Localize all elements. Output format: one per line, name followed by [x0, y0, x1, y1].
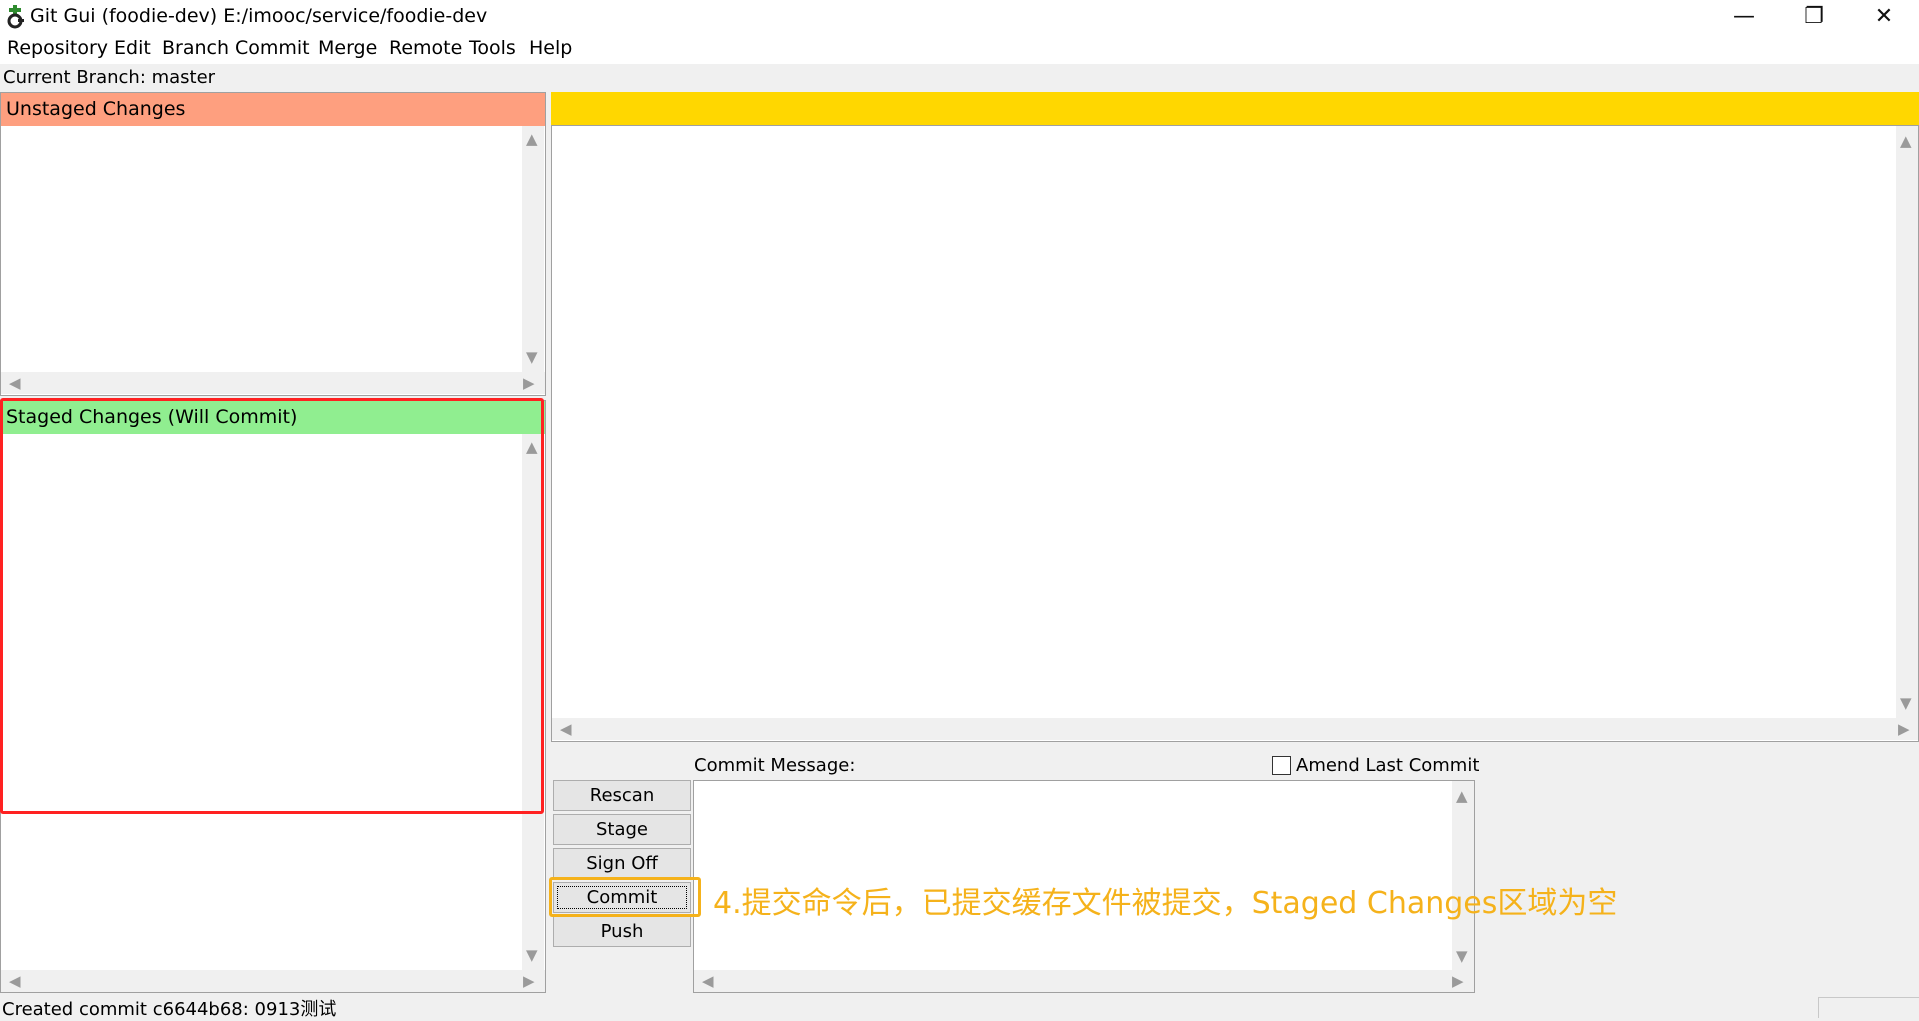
- rescan-button[interactable]: Rescan: [553, 780, 691, 811]
- commit-message-vertical-scrollbar[interactable]: ▲ ▼: [1452, 781, 1474, 970]
- menu-merge[interactable]: Merge: [317, 37, 378, 59]
- menu-tools[interactable]: Tools: [468, 37, 517, 59]
- menu-bar: Repository Edit Branch Commit Merge Remo…: [0, 34, 1919, 64]
- menu-remote[interactable]: Remote: [388, 37, 463, 59]
- title-bar: Git Gui (foodie-dev) E:/imooc/service/fo…: [0, 0, 1919, 34]
- commit-message-label: Commit Message:: [694, 755, 856, 776]
- staged-horizontal-scrollbar[interactable]: ◀ ▶: [1, 970, 545, 992]
- commit-button-highlight-box: [549, 877, 701, 917]
- scroll-right-icon[interactable]: ▶: [1452, 974, 1464, 989]
- menu-commit[interactable]: Commit: [234, 37, 311, 59]
- status-bar-grip: [1818, 997, 1919, 1018]
- unstaged-changes-panel[interactable]: Unstaged Changes ▲ ▼ ◀ ▶: [0, 92, 546, 396]
- menu-edit[interactable]: Edit: [113, 37, 152, 59]
- scroll-right-icon[interactable]: ▶: [1898, 722, 1910, 737]
- scroll-left-icon[interactable]: ◀: [702, 974, 714, 989]
- close-icon[interactable]: ✕: [1849, 0, 1919, 34]
- sign-off-button[interactable]: Sign Off: [553, 848, 691, 879]
- diff-horizontal-scrollbar[interactable]: ◀ ▶: [552, 718, 1918, 740]
- staged-changes-highlight-box: [0, 398, 544, 814]
- commit-message-horizontal-scrollbar[interactable]: ◀ ▶: [694, 970, 1474, 992]
- scroll-up-icon[interactable]: ▲: [526, 132, 538, 147]
- scroll-right-icon[interactable]: ▶: [523, 376, 535, 391]
- scroll-left-icon[interactable]: ◀: [560, 722, 572, 737]
- current-branch-label: Current Branch: master: [3, 67, 216, 88]
- minimize-icon[interactable]: —: [1709, 0, 1779, 34]
- amend-last-commit-label[interactable]: Amend Last Commit: [1296, 755, 1479, 776]
- stage-changed-button[interactable]: Stage Changed: [553, 814, 691, 869]
- scroll-left-icon[interactable]: ◀: [9, 376, 21, 391]
- scroll-down-icon[interactable]: ▼: [526, 948, 538, 963]
- scroll-down-icon[interactable]: ▼: [1456, 949, 1468, 964]
- scroll-down-icon[interactable]: ▼: [526, 350, 538, 365]
- unstaged-vertical-scrollbar[interactable]: ▲ ▼: [522, 126, 544, 372]
- scroll-up-icon[interactable]: ▲: [1456, 789, 1468, 804]
- menu-help[interactable]: Help: [528, 37, 573, 59]
- status-bar-text: Created commit c6644b68: 0913测试: [2, 999, 337, 1020]
- annotation-text: 4.提交命令后，已提交缓存文件被提交，Staged Changes区域为空: [713, 886, 1618, 921]
- scroll-up-icon[interactable]: ▲: [1900, 134, 1912, 149]
- scroll-down-icon[interactable]: ▼: [1900, 696, 1912, 711]
- diff-view-panel[interactable]: ▲ ▼ ◀ ▶: [551, 125, 1919, 742]
- unstaged-changes-header: Unstaged Changes: [1, 93, 545, 126]
- git-gui-app-icon: [7, 5, 24, 29]
- diff-vertical-scrollbar[interactable]: ▲ ▼: [1896, 126, 1918, 718]
- window-title: Git Gui (foodie-dev) E:/imooc/service/fo…: [30, 5, 488, 27]
- unstaged-horizontal-scrollbar[interactable]: ◀ ▶: [1, 372, 545, 394]
- amend-last-commit-checkbox[interactable]: [1272, 756, 1291, 775]
- scroll-right-icon[interactable]: ▶: [523, 974, 535, 989]
- menu-repository[interactable]: Repository: [6, 37, 109, 59]
- menu-branch[interactable]: Branch: [161, 37, 230, 59]
- restore-icon[interactable]: ❐: [1779, 0, 1849, 34]
- scroll-left-icon[interactable]: ◀: [9, 974, 21, 989]
- diff-header-bar: [551, 92, 1919, 125]
- push-button[interactable]: Push: [553, 916, 691, 947]
